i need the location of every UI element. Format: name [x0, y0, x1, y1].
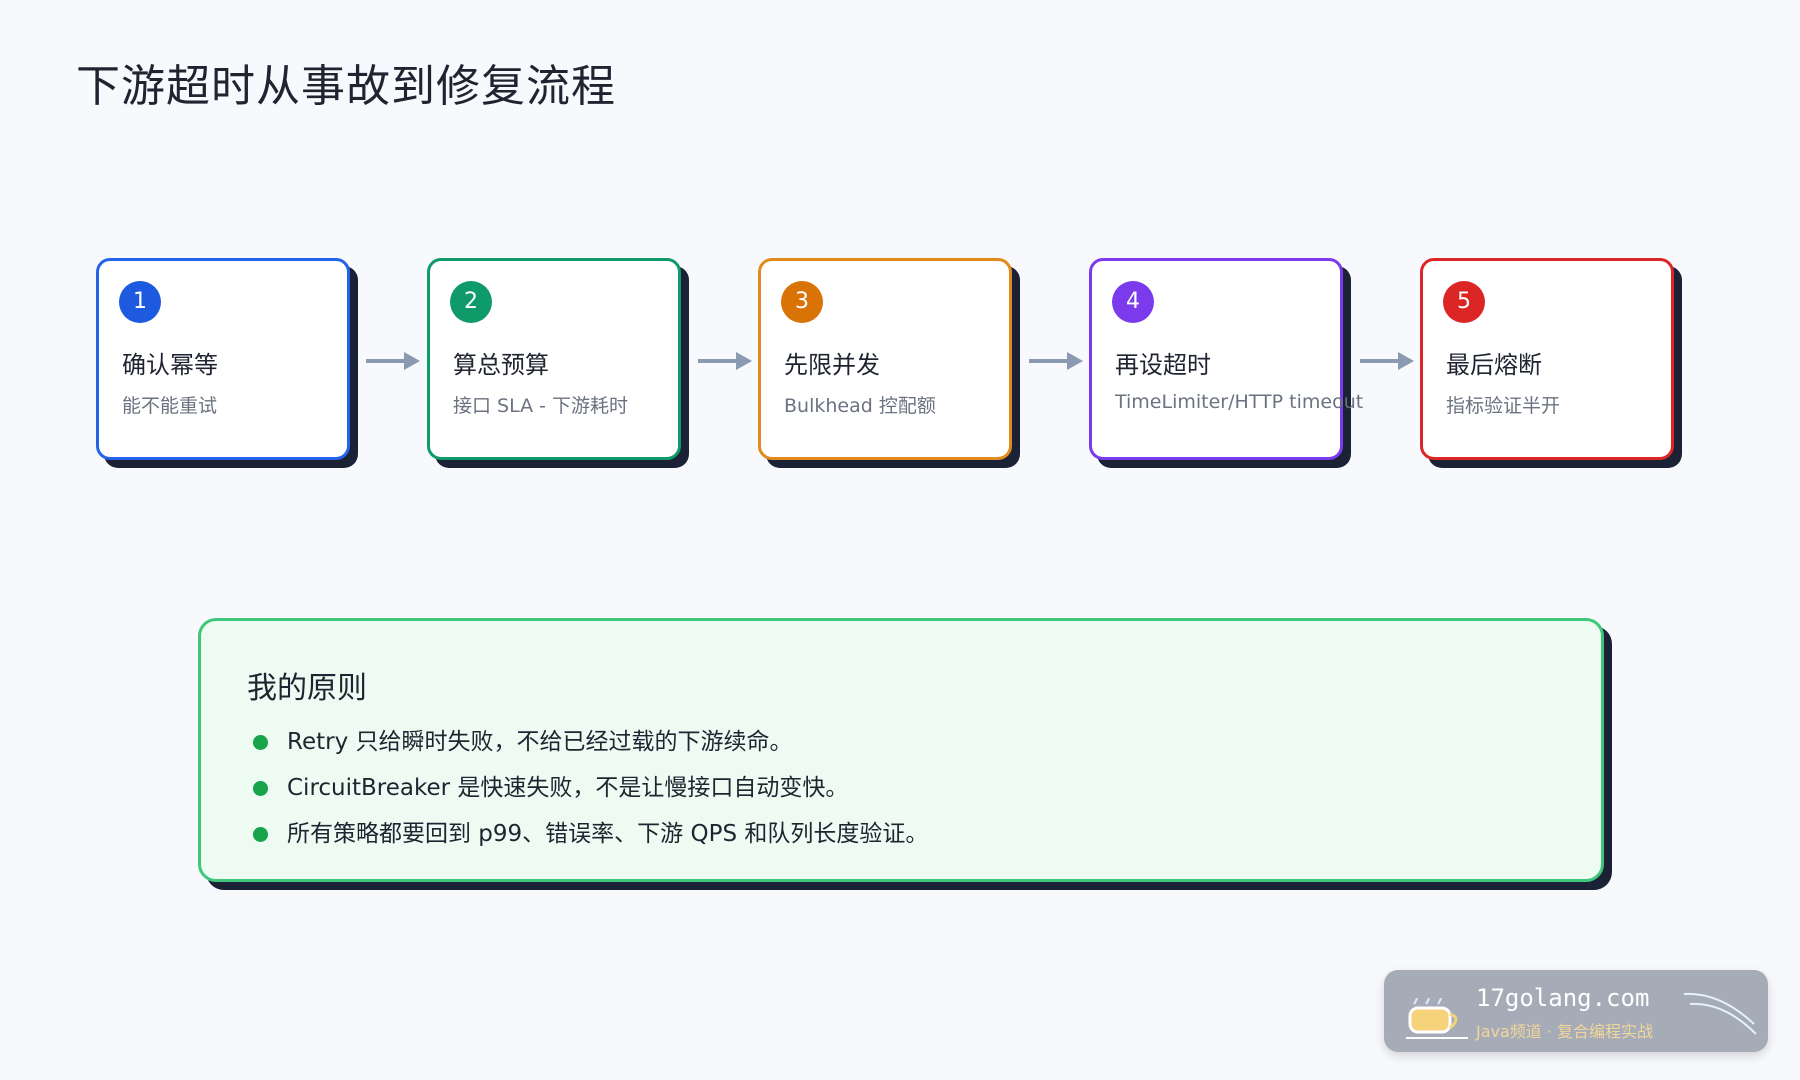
principles-heading: 我的原则 — [247, 671, 367, 706]
step-card-2: 2 算总预算 接口 SLA - 下游耗时 — [427, 258, 681, 460]
bullet-dot-icon — [253, 735, 268, 750]
arrow-right-icon — [366, 352, 420, 370]
step-card-4: 4 再设超时 TimeLimiter/HTTP timeout — [1089, 258, 1363, 460]
step-subtitle: TimeLimiter/HTTP timeout — [1115, 391, 1364, 413]
principle-text: CircuitBreaker 是快速失败，不是让慢接口自动变快。 — [287, 775, 849, 801]
step-title: 最后熔断 — [1446, 351, 1542, 379]
coffee-cup-icon — [1406, 998, 1468, 1039]
step-title: 确认幂等 — [122, 351, 218, 379]
step-card-3: 3 先限并发 Bulkhead 控配额 — [758, 258, 1012, 460]
watermark-badge: 17golang.com Java频道 · 复合编程实战 — [1384, 970, 1768, 1052]
step-number-badge: 4 — [1112, 281, 1154, 323]
principle-text: 所有策略都要回到 p99、错误率、下游 QPS 和队列长度验证。 — [287, 821, 929, 847]
step-subtitle: Bulkhead 控配额 — [784, 395, 936, 417]
arrow-right-icon — [1360, 352, 1414, 370]
bullet-dot-icon — [253, 781, 268, 796]
step-number-badge: 3 — [781, 281, 823, 323]
bullet-dot-icon — [253, 827, 268, 842]
principles-list: Retry 只给瞬时失败，不给已经过载的下游续命。 CircuitBreaker… — [253, 719, 928, 857]
step-number-badge: 1 — [119, 281, 161, 323]
list-item: 所有策略都要回到 p99、错误率、下游 QPS 和队列长度验证。 — [253, 811, 928, 857]
principles-card: 我的原则 Retry 只给瞬时失败，不给已经过载的下游续命。 CircuitBr… — [198, 618, 1604, 882]
step-subtitle: 指标验证半开 — [1446, 395, 1561, 417]
arrow-right-icon — [1029, 352, 1083, 370]
step-number-badge: 2 — [450, 281, 492, 323]
watermark-domain: 17golang.com — [1476, 984, 1650, 1012]
arrow-right-icon — [698, 352, 752, 370]
step-title: 算总预算 — [453, 351, 549, 379]
principle-text: Retry 只给瞬时失败，不给已经过载的下游续命。 — [287, 729, 793, 755]
list-item: CircuitBreaker 是快速失败，不是让慢接口自动变快。 — [253, 765, 928, 811]
step-title: 先限并发 — [784, 351, 880, 379]
list-item: Retry 只给瞬时失败，不给已经过载的下游续命。 — [253, 719, 928, 765]
step-number-badge: 5 — [1443, 281, 1485, 323]
step-title: 再设超时 — [1115, 351, 1211, 379]
step-subtitle: 能不能重试 — [122, 395, 218, 417]
watermark-tagline: Java频道 · 复合编程实战 — [1476, 1022, 1654, 1041]
step-card-1: 1 确认幂等 能不能重试 — [96, 258, 350, 460]
flow-steps: 1 确认幂等 能不能重试 2 算总预算 接口 SLA - 下游耗时 3 先限并发… — [0, 0, 1800, 1080]
swoosh-icon — [1683, 992, 1757, 1035]
step-card-5: 5 最后熔断 指标验证半开 — [1420, 258, 1674, 460]
step-subtitle: 接口 SLA - 下游耗时 — [453, 395, 629, 417]
